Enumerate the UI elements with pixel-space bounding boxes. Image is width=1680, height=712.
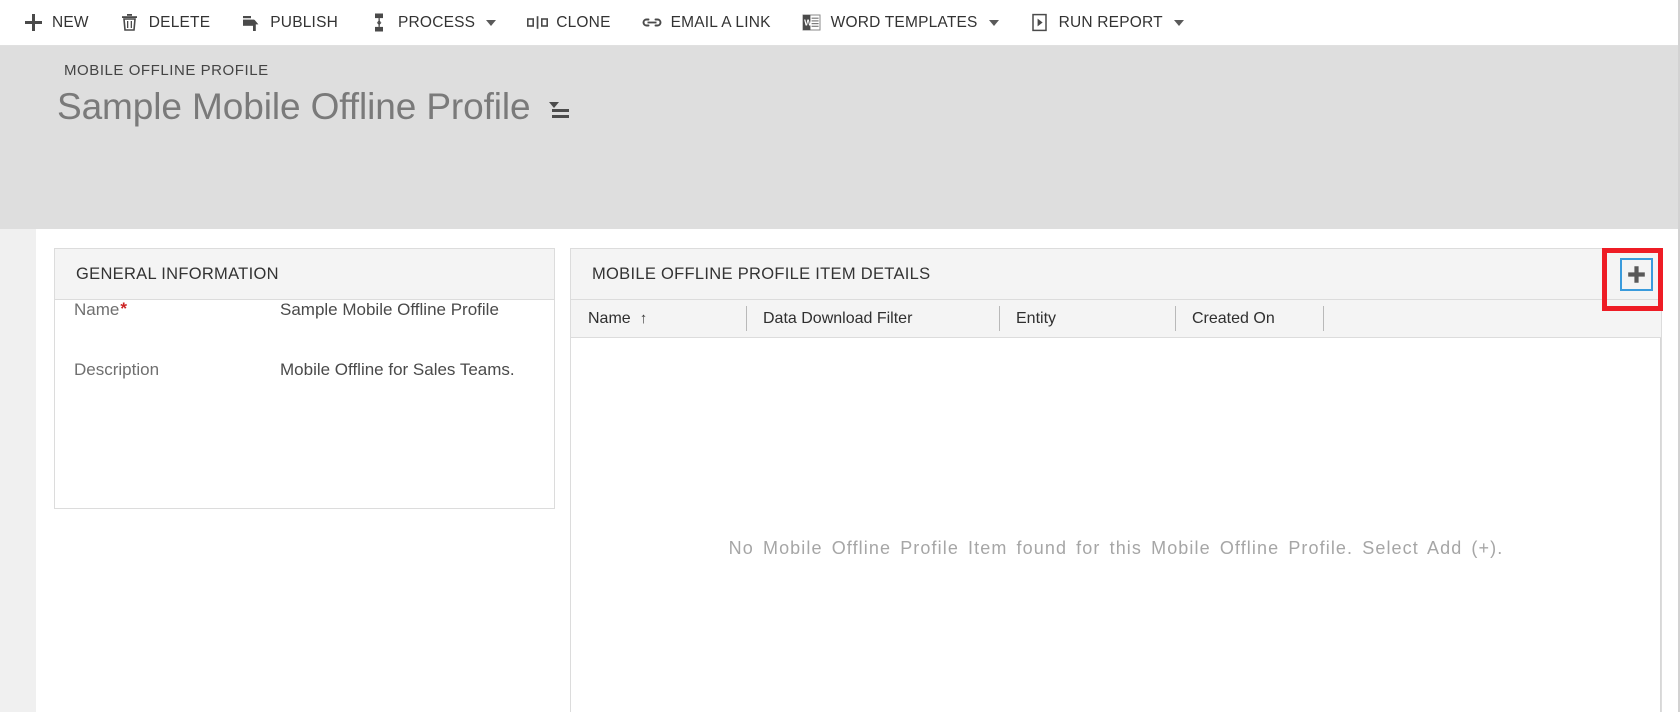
command-clone[interactable]: CLONE (526, 0, 624, 46)
trash-icon (119, 12, 141, 34)
clone-icon (526, 12, 548, 34)
command-run-report-label: RUN REPORT (1058, 13, 1163, 31)
grid-right-edge (1660, 338, 1661, 712)
chevron-down-icon[interactable] (988, 19, 999, 26)
mobile-offline-profile-item-details-grid: MOBILE OFFLINE PROFILE ITEM DETAILS Name… (570, 248, 1663, 712)
command-delete-label: DELETE (148, 13, 211, 31)
publish-icon (240, 12, 262, 34)
add-record-button[interactable] (1620, 258, 1653, 291)
command-new-label: NEW (52, 13, 89, 31)
run-report-icon (1029, 12, 1051, 34)
description-field-label: Description (74, 360, 280, 380)
sort-ascending-icon: ↑ (639, 310, 648, 327)
command-new[interactable]: NEW (22, 0, 103, 46)
column-header-data-download-filter-label: Data Download Filter (763, 309, 913, 327)
column-header-name[interactable]: Name ↑ (571, 300, 746, 338)
word-document-icon: W (801, 12, 823, 34)
command-word-templates-label: WORD TEMPLATES (830, 13, 978, 31)
command-clone-label: CLONE (556, 13, 611, 31)
column-header-data-download-filter[interactable]: Data Download Filter (746, 300, 999, 338)
plus-icon (22, 12, 44, 34)
svg-text:W: W (804, 18, 812, 28)
column-header-name-label: Name (588, 309, 631, 327)
process-icon (368, 12, 390, 34)
column-header-created-on[interactable]: Created On (1175, 300, 1323, 338)
general-information-header: GENERAL INFORMATION (55, 249, 554, 300)
chevron-down-icon[interactable] (486, 19, 497, 26)
field-row-description: Description Mobile Offline for Sales Tea… (55, 360, 554, 420)
column-divider (1323, 300, 1324, 338)
name-label-text: Name (74, 300, 120, 319)
command-run-report[interactable]: RUN REPORT (1029, 0, 1198, 46)
command-process-label: PROCESS (398, 13, 476, 31)
column-header-created-on-label: Created On (1192, 309, 1275, 327)
grid-header: MOBILE OFFLINE PROFILE ITEM DETAILS (571, 248, 1663, 311)
command-publish[interactable]: PUBLISH (240, 0, 352, 46)
command-delete[interactable]: DELETE (119, 0, 225, 46)
record-title-row: Sample Mobile Offline Profile (57, 86, 569, 129)
name-field-value[interactable]: Sample Mobile Offline Profile (280, 300, 499, 320)
column-header-entity[interactable]: Entity (999, 300, 1175, 338)
command-bar: NEW DELETE PUBLISH PROCESS CLONE EMAIL A… (0, 0, 1680, 46)
link-icon (641, 12, 663, 34)
command-email-a-link-label: EMAIL A LINK (670, 13, 771, 31)
command-process[interactable]: PROCESS (368, 0, 510, 46)
field-row-name: Name* Sample Mobile Offline Profile (55, 299, 554, 360)
record-set-menu-icon[interactable] (548, 101, 569, 119)
name-field-label: Name* (74, 299, 280, 320)
plus-icon (1628, 266, 1645, 283)
column-header-entity-label: Entity (1016, 309, 1057, 327)
required-indicator-icon: * (120, 299, 127, 318)
description-label-text: Description (74, 360, 160, 379)
grid-title: MOBILE OFFLINE PROFILE ITEM DETAILS (592, 264, 931, 283)
command-publish-label: PUBLISH (270, 13, 338, 31)
grid-column-headers: Name ↑ Data Download Filter Entity Creat… (571, 300, 1661, 338)
record-header-band: MOBILE OFFLINE PROFILE Sample Mobile Off… (0, 46, 1680, 229)
entity-type-label: MOBILE OFFLINE PROFILE (64, 62, 269, 79)
general-information-section: GENERAL INFORMATION Name* Sample Mobile … (54, 248, 555, 509)
form-content-area: GENERAL INFORMATION Name* Sample Mobile … (36, 229, 1680, 712)
grid-empty-state-message: No Mobile Offline Profile Item found for… (728, 538, 1504, 558)
page-title: Sample Mobile Offline Profile (57, 86, 531, 127)
general-information-title: GENERAL INFORMATION (76, 264, 279, 283)
left-gutter (0, 229, 36, 712)
chevron-down-icon[interactable] (1173, 19, 1184, 26)
command-email-a-link[interactable]: EMAIL A LINK (641, 0, 785, 46)
grid-body: No Mobile Offline Profile Item found for… (571, 338, 1661, 712)
description-field-value[interactable]: Mobile Offline for Sales Teams. (280, 360, 515, 380)
command-word-templates[interactable]: W WORD TEMPLATES (801, 0, 1013, 46)
